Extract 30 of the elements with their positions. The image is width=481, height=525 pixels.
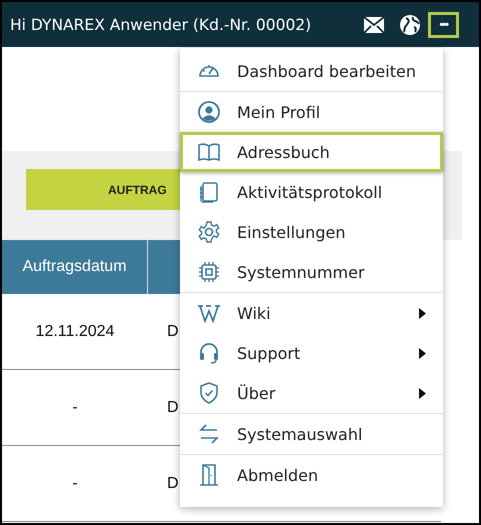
menu-item[interactable]: Systemnummer (180, 252, 443, 292)
menu-item[interactable]: Abmelden (180, 455, 443, 495)
shield-icon (197, 381, 221, 405)
door-icon (197, 463, 221, 487)
menu-item[interactable]: Wiki (180, 293, 443, 333)
more-button[interactable]: ••• (428, 12, 459, 38)
log-icon (197, 180, 221, 204)
menu-item[interactable]: Dashboard bearbeiten (180, 51, 443, 91)
settings-icon (197, 220, 221, 244)
table-cell: - (2, 370, 148, 446)
menu-item[interactable]: Support (180, 333, 443, 373)
menu-item[interactable]: Aktivitätsprotokoll (180, 172, 443, 212)
headset-icon (197, 341, 221, 365)
submenu-caret-icon (419, 388, 426, 398)
greeting-text: Hi DYNAREX Anwender (Kd.-Nr. 00002) (10, 16, 312, 34)
menu-item[interactable]: Mein Profil (180, 92, 443, 132)
column-header: Auftragsdatum (2, 240, 148, 294)
submenu-caret-icon (419, 348, 426, 358)
table-cell: 12.11.2024 (2, 294, 148, 370)
menu-item[interactable]: Einstellungen (180, 212, 443, 252)
submenu-caret-icon (419, 308, 426, 318)
user-icon (197, 100, 221, 124)
globe-icon[interactable] (400, 14, 420, 34)
table-cell: - (2, 446, 148, 522)
arrows-icon (197, 422, 221, 446)
menu-item[interactable]: Adressbuch (180, 132, 443, 172)
menu-item[interactable]: Systemauswahl (180, 414, 443, 454)
mail-icon[interactable] (364, 16, 384, 32)
menu-item[interactable]: Über (180, 373, 443, 413)
chip-icon (197, 260, 221, 284)
